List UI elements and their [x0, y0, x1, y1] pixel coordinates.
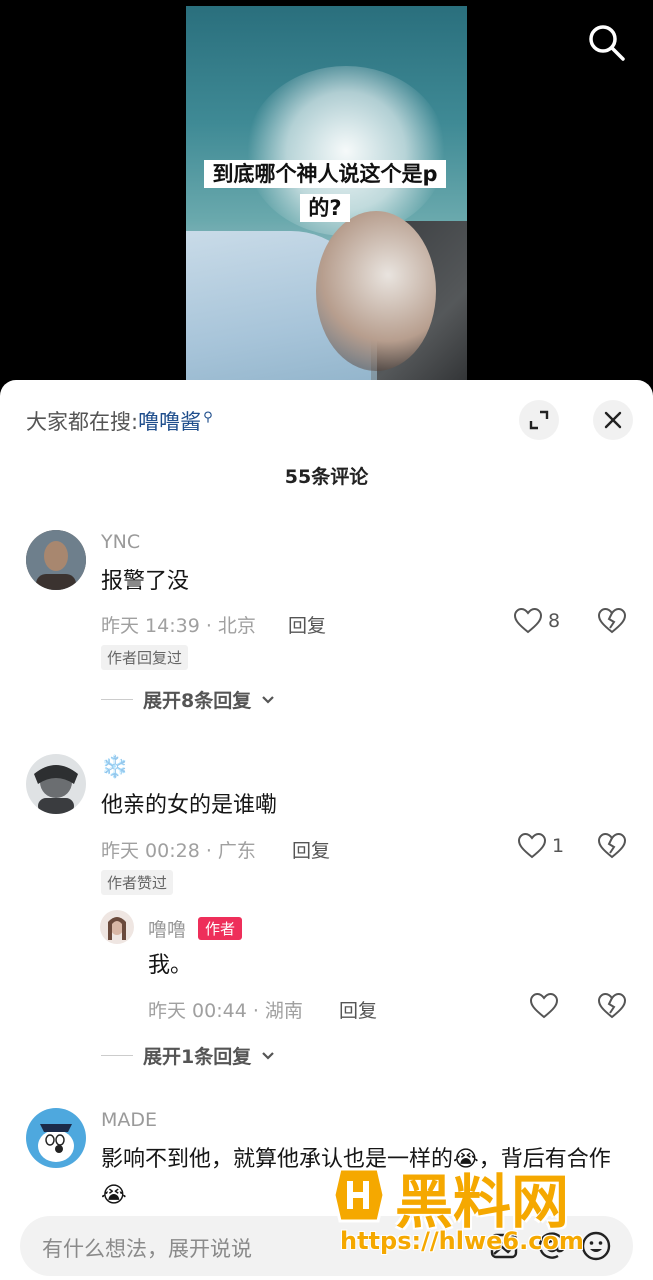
broken-heart-icon — [597, 992, 627, 1019]
like-button[interactable]: 8 — [514, 608, 560, 634]
reply-avatar[interactable] — [100, 910, 134, 944]
comment-meta: 昨天 14:39 · 北京 — [101, 615, 256, 637]
everyone-search-keyword[interactable]: 噜噜酱 — [138, 410, 201, 434]
broken-heart-icon — [597, 607, 627, 634]
chevron-down-icon — [262, 695, 275, 704]
comment-sheet: 大家都在搜:噜噜酱 ⚲ 55条评论 YNC 报警了没 昨天 14:39 · 北京… — [0, 380, 653, 1280]
dislike-button[interactable] — [597, 992, 627, 1023]
comment-username[interactable]: ❄️ — [101, 755, 128, 780]
comment-input-placeholder: 有什么想法，展开说说 — [42, 1237, 252, 1261]
like-button[interactable]: 1 — [518, 833, 564, 859]
reply-username[interactable]: 噜噜 — [148, 915, 186, 942]
broken-heart-icon — [597, 832, 627, 859]
search-icon — [589, 25, 625, 61]
like-count: 8 — [548, 610, 561, 632]
video-area[interactable]: 到底哪个神人说这个是p的? — [0, 0, 653, 400]
expand-replies-button[interactable]: 展开8条回复 — [101, 686, 275, 713]
sheet-header: 大家都在搜:噜噜酱 ⚲ — [0, 380, 653, 460]
watermark-logo — [332, 1167, 386, 1223]
divider-line — [101, 1055, 133, 1056]
close-button[interactable] — [593, 400, 633, 440]
comment-text: 报警了没 — [101, 569, 190, 594]
chevron-down-icon — [262, 1051, 275, 1060]
expand-replies-label: 展开1条回复 — [143, 1046, 252, 1068]
watermark-url: https://hlwe6.com — [340, 1227, 584, 1255]
avatar[interactable] — [26, 754, 86, 814]
reply-button[interactable]: 回复 — [288, 611, 326, 638]
search-button[interactable] — [586, 22, 626, 62]
heart-icon — [514, 608, 542, 634]
author-badge: 作者 — [198, 917, 243, 940]
comment-username[interactable]: YNC — [101, 531, 140, 553]
comment-meta: 昨天 00:28 · 广东 — [101, 840, 256, 862]
like-button[interactable] — [530, 993, 558, 1019]
avatar[interactable] — [26, 530, 86, 590]
reply-text: 我。 — [148, 953, 193, 978]
expand-replies-button[interactable]: 展开1条回复 — [101, 1042, 275, 1069]
small-search-icon: ⚲ — [203, 410, 213, 425]
comment-item: ❄️ 他亲的女的是谁嘞 昨天 00:28 · 广东 回复 1 作者赞过 噜噜 作… — [0, 752, 653, 1072]
like-count: 1 — [552, 835, 565, 857]
expand-button[interactable] — [519, 400, 559, 440]
comment-username[interactable]: MADE — [101, 1109, 157, 1131]
heart-icon — [518, 833, 546, 859]
expand-icon — [529, 410, 549, 430]
avatar-image — [26, 530, 86, 590]
author-liked-tag: 作者赞过 — [101, 870, 174, 895]
divider-line — [101, 699, 133, 700]
dislike-button[interactable] — [597, 832, 627, 863]
avatar-image — [26, 754, 86, 814]
watermark: 黑料网 https://hlwe6.com — [325, 1155, 645, 1275]
dislike-button[interactable] — [597, 607, 627, 638]
reply-avatar-image — [100, 910, 134, 944]
author-replied-tag: 作者回复过 — [101, 645, 189, 670]
heart-icon — [530, 993, 558, 1019]
everyone-search[interactable]: 大家都在搜:噜噜酱 ⚲ — [26, 406, 213, 436]
everyone-search-label: 大家都在搜: — [26, 410, 139, 434]
reply-button[interactable]: 回复 — [339, 996, 377, 1023]
avatar[interactable] — [26, 1108, 86, 1168]
close-icon — [604, 411, 622, 429]
avatar-image — [26, 1108, 86, 1168]
expand-replies-label: 展开8条回复 — [143, 690, 252, 712]
comment-text: 他亲的女的是谁嘞 — [101, 793, 278, 818]
video-caption: 到底哪个神人说这个是p的? — [203, 157, 447, 225]
comment-item: YNC 报警了没 昨天 14:39 · 北京 回复 8 作者回复过 展开8条回复 — [0, 528, 653, 718]
reply-button[interactable]: 回复 — [292, 836, 330, 863]
reply-meta: 昨天 00:44 · 湖南 — [148, 1000, 303, 1022]
comment-count: 55条评论 — [284, 466, 369, 488]
video-hair — [316, 211, 436, 371]
